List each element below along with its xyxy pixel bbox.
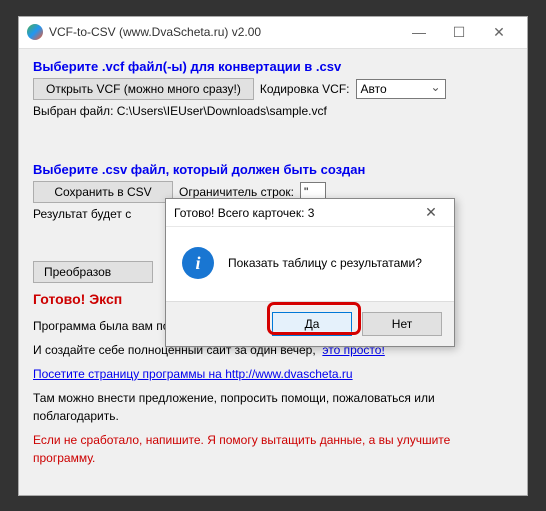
footer-line-3: Посетите страницу программы на http://ww… (33, 365, 513, 383)
footer-line-5: Если не сработало, напишите. Я помогу вы… (33, 431, 513, 467)
window-title: VCF-to-CSV (www.DvaScheta.ru) v2.00 (49, 25, 399, 39)
dialog-close-button[interactable]: ✕ (416, 204, 446, 221)
open-vcf-button[interactable]: Открыть VCF (можно много сразу!) (33, 78, 254, 100)
dialog-button-row: Да Нет (166, 301, 454, 346)
dialog-yes-button[interactable]: Да (272, 312, 352, 336)
app-icon (27, 24, 43, 40)
program-page-link[interactable]: Посетите страницу программы на http://ww… (33, 367, 353, 381)
dialog-no-button[interactable]: Нет (362, 312, 442, 336)
chosen-file-text: Выбран файл: C:\Users\IEUser\Downloads\s… (33, 104, 513, 118)
section1-heading: Выберите .vcf файл(-ы) для конвертации в… (33, 59, 513, 74)
dialog-title: Готово! Всего карточек: 3 (174, 206, 416, 220)
encoding-value: Авто (361, 82, 387, 96)
titlebar: VCF-to-CSV (www.DvaScheta.ru) v2.00 — ☐ … (19, 17, 527, 49)
close-button[interactable]: ✕ (479, 18, 519, 46)
confirm-dialog: Готово! Всего карточек: 3 ✕ i Показать т… (165, 198, 455, 347)
section2-heading: Выберите .csv файл, который должен быть … (33, 162, 513, 177)
footer-line-4: Там можно внести предложение, попросить … (33, 389, 513, 425)
minimize-button[interactable]: — (399, 18, 439, 46)
delimiter-label: Ограничитель строк: (179, 185, 294, 199)
encoding-label: Кодировка VCF: (260, 82, 350, 96)
convert-button[interactable]: Преобразов (33, 261, 153, 283)
dialog-message: Показать таблицу с результатами? (228, 256, 422, 270)
encoding-select[interactable]: Авто (356, 79, 446, 99)
dialog-titlebar: Готово! Всего карточек: 3 ✕ (166, 199, 454, 227)
info-icon: i (182, 247, 214, 279)
maximize-button[interactable]: ☐ (439, 18, 479, 46)
save-csv-button[interactable]: Сохранить в CSV (33, 181, 173, 203)
